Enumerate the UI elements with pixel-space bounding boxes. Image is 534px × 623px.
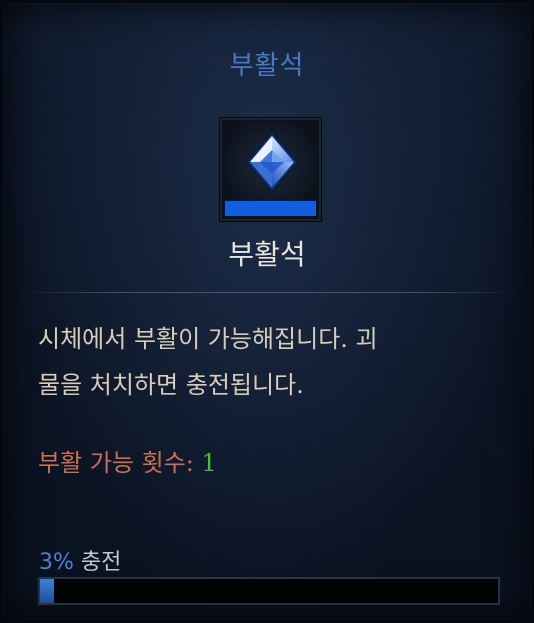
- charge-label: 3% 충전: [39, 544, 121, 576]
- revive-count-value: 1: [201, 449, 217, 477]
- item-description: 시체에서 부활이 가능해집니다. 괴 물을 처치하면 충전됩니다.: [38, 316, 508, 408]
- gem-icon: [245, 131, 299, 193]
- icon-charge-strip: [225, 201, 316, 216]
- divider: [21, 292, 519, 293]
- description-line-1: 시체에서 부활이 가능해집니다. 괴: [38, 325, 378, 353]
- charge-progress-fill: [40, 579, 54, 603]
- charge-progress-bar: [38, 577, 500, 605]
- charge-word: 충전: [73, 550, 122, 575]
- item-name: 부활석: [228, 238, 306, 271]
- item-tooltip: 부활석 부활석 시체에서 부활이 가능해집니다. 괴 물을 처치하면 충전됩니다…: [0, 0, 534, 623]
- revive-count-row: 부활 가능 횟수: 1: [38, 443, 217, 478]
- description-line-2: 물을 처치하면 충전됩니다.: [38, 371, 304, 399]
- item-icon-frame: [220, 118, 321, 221]
- charge-percent: 3%: [39, 550, 74, 575]
- revive-count-label: 부활 가능 횟수:: [38, 449, 202, 477]
- tooltip-title: 부활석: [229, 51, 305, 81]
